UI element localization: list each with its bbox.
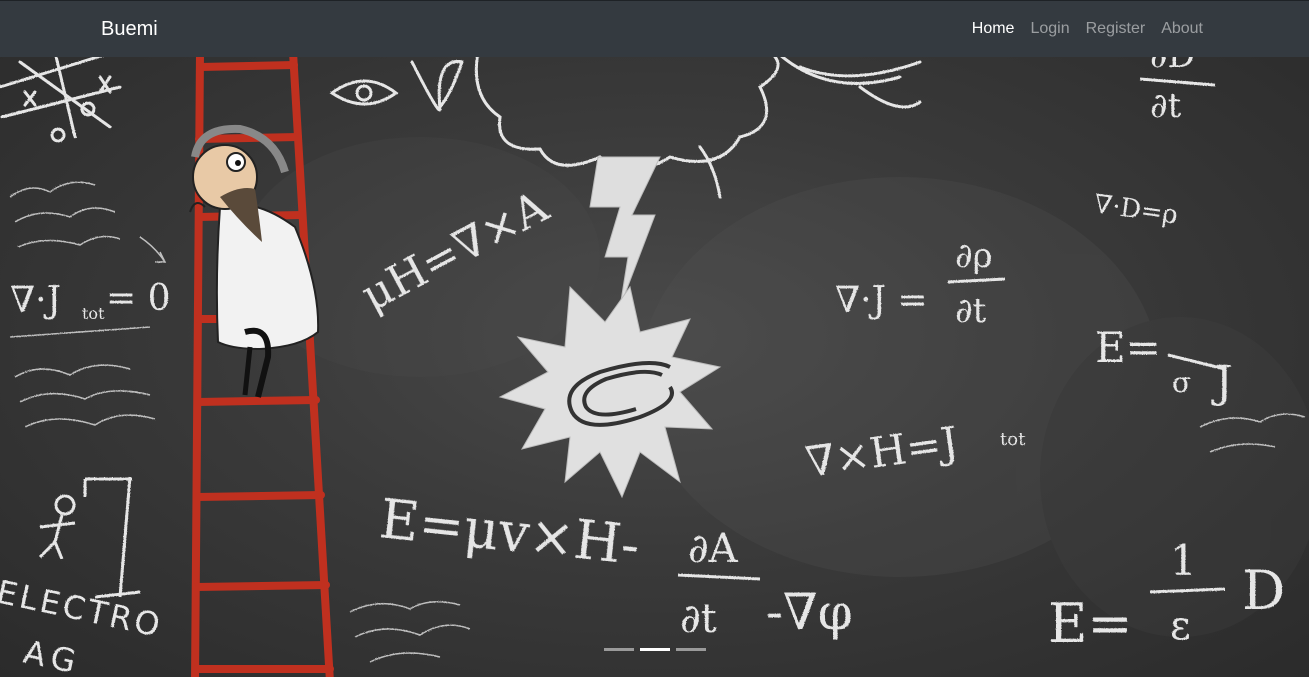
hero-carousel: ∇·J tot = 0 μH=∇×A ∇·D=ρ ∂D ∂t ∇·J = ∂ρ … [0,57,1309,677]
eq-e-main-rhs: -∇φ [766,583,853,641]
atom-doodle [780,57,922,109]
eq-continuity-den: ∂t [955,291,987,331]
eq-curl-h-sub: tot [1000,429,1026,450]
thought-cloud-doodle [474,57,780,171]
eq-e-main-num: ∂A [688,526,739,572]
eq-divergence-j-rhs: = 0 [106,278,171,319]
nav-link-login[interactable]: Login [1022,19,1077,39]
eq-e-main: E=μv×H- [377,487,643,577]
eq-divergence-j-sub: tot [82,304,105,323]
eq-continuity-num: ∂ρ [955,236,993,276]
nav-link-about[interactable]: About [1153,19,1211,39]
tic-tac-toe-doodle [0,57,122,143]
carousel-indicator-3[interactable] [675,648,706,651]
eq-continuity-lhs: ∇·J = [835,280,928,321]
eq-e-sigma-rhs: J [1211,357,1233,408]
eq-top-num: ∂D [1150,57,1195,76]
eye-icon [329,79,399,106]
nav-links: Home Login Register About [964,19,1211,39]
chalkboard-slide-image: ∇·J tot = 0 μH=∇×A ∇·D=ρ ∂D ∂t ∇·J = ∂ρ … [0,57,1309,677]
eq-divergence-d: ∇·D=ρ [1092,189,1180,230]
carousel-indicators [0,648,1309,651]
electro-text: ELECTRO [0,573,166,645]
brand-logo[interactable]: Buemi [101,17,158,41]
eq-e-d-num: 1 [1170,536,1197,585]
nav-link-home[interactable]: Home [964,19,1023,39]
nav-link-register[interactable]: Register [1078,19,1154,39]
drop-doodle [410,60,464,112]
eq-divergence-j: ∇·J [10,280,61,321]
hangman-icon [38,476,141,599]
eq-e-main-den: ∂t [680,596,717,642]
electro-text-line2: AG [20,633,85,677]
top-navbar: Buemi Home Login Register About [0,0,1309,57]
eq-e-d-den: ε [1170,603,1191,649]
lightning-bolt-icon [589,156,661,308]
eq-e-d-lhs: E= [1048,592,1133,655]
eq-top-den: ∂t [1150,86,1182,126]
carousel-indicator-2[interactable] [639,648,670,651]
eq-e-d-rhs: D [1242,559,1285,622]
carousel-indicator-1[interactable] [603,648,634,651]
eq-e-sigma-den: σ [1172,366,1191,399]
eq-e-sigma-lhs: E= [1095,323,1161,372]
